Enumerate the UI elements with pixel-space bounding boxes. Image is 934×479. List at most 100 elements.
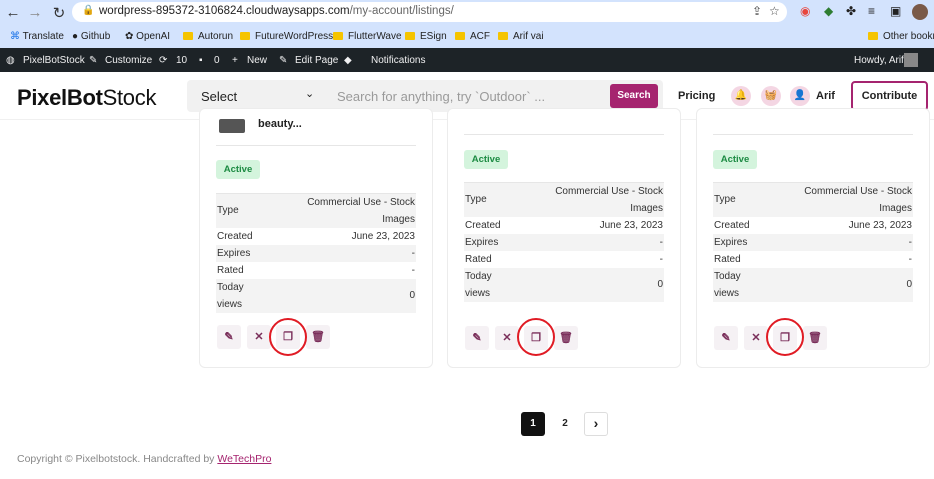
basket-icon[interactable]: 🧺	[761, 86, 781, 106]
close-button[interactable]: ✕	[247, 325, 271, 349]
page-2-button[interactable]: 2	[553, 412, 577, 436]
share-icon[interactable]: ⇪	[752, 4, 762, 18]
close-button[interactable]: ✕	[744, 326, 768, 350]
folder-icon	[333, 32, 343, 40]
bookmark-folder[interactable]: Arif vai	[498, 31, 544, 42]
other-bookmarks[interactable]: Other bookm	[868, 31, 934, 42]
pricing-link[interactable]: Pricing	[678, 90, 715, 102]
translate-icon: ⌘	[10, 31, 20, 42]
next-page-button[interactable]: ›	[584, 412, 608, 436]
address-bar[interactable]: 🔒 wordpress-895372-3106824.cloudwaysapps…	[72, 2, 787, 22]
contribute-button[interactable]: Contribute	[851, 81, 928, 111]
detail-row-views: Today views 0	[216, 279, 416, 313]
edit-icon: ✎	[721, 332, 731, 344]
extension-icon[interactable]: ◆	[824, 4, 833, 18]
trash-icon: 🗑	[311, 331, 325, 343]
delete-button[interactable]: 🗑	[803, 326, 827, 350]
detail-row-created: Created June 23, 2023	[217, 231, 415, 242]
reload-icon[interactable]: ↻	[50, 4, 68, 22]
lock-icon: 🔒	[82, 5, 95, 16]
detail-row-expires: Expires -	[464, 234, 664, 251]
bookmark-folder[interactable]: FlutterWave	[333, 31, 402, 42]
back-icon[interactable]: ←	[4, 4, 22, 21]
edit-button[interactable]: ✎	[465, 326, 489, 350]
avatar[interactable]	[904, 53, 918, 67]
highlight-circle	[269, 318, 307, 356]
detail-row-type: Type Commercial Use - Stock Images	[713, 183, 913, 217]
divider	[713, 134, 913, 135]
detail-row-created: Created June 23, 2023	[465, 220, 663, 231]
admin-edit-page[interactable]: Edit Page	[295, 55, 338, 66]
listing-card: beauty... Active Type Commercial Use - St…	[199, 108, 433, 368]
detail-row-rated: Rated -	[465, 254, 663, 265]
highlight-circle	[517, 318, 555, 356]
detail-row-expires: Expires -	[216, 245, 416, 262]
detail-row-views: Today views 0	[713, 268, 913, 302]
footer-link[interactable]: WeTechPro	[217, 453, 271, 465]
bell-icon[interactable]: 🔔	[731, 86, 751, 106]
admin-howdy[interactable]: Howdy, Arif	[854, 55, 904, 66]
page-1-button[interactable]: 1	[521, 412, 545, 436]
bookmark-translate[interactable]: ⌘ Translate	[10, 31, 64, 42]
forward-icon[interactable]: →	[26, 4, 44, 21]
delete-button[interactable]: 🗑	[306, 325, 330, 349]
trash-icon: 🗑	[808, 332, 822, 344]
detail-row-views: Today views 0	[464, 268, 664, 302]
comment-icon: ▪	[199, 55, 203, 66]
bookmark-folder[interactable]: ESign	[405, 31, 447, 42]
status-badge: Active	[464, 150, 508, 169]
bookmark-github[interactable]: ● Github	[72, 31, 110, 42]
browser-chrome: ← → ↻ 🔒 wordpress-895372-3106824.cloudwa…	[0, 0, 934, 48]
trash-icon: 🗑	[559, 332, 573, 344]
admin-updates[interactable]: 10	[176, 55, 187, 66]
plus-icon: +	[232, 55, 238, 66]
admin-comments[interactable]: 0	[214, 55, 220, 66]
status-badge: Active	[216, 160, 260, 179]
bookmark-folder[interactable]: FutureWordPress	[240, 31, 333, 42]
listing-title[interactable]: beauty...	[258, 118, 302, 130]
listing-card: Active Type Commercial Use - Stock Images…	[447, 108, 681, 368]
updates-icon: ⟳	[159, 55, 168, 66]
edit-icon: ✎	[472, 332, 482, 344]
puzzle-icon[interactable]: ✤	[846, 4, 856, 18]
admin-site-name[interactable]: PixelBotStock	[23, 55, 85, 66]
listing-thumbnail[interactable]	[219, 119, 245, 133]
pencil-icon: ✎	[279, 55, 288, 66]
detail-row-type: Type Commercial Use - Stock Images	[216, 194, 416, 228]
listing-card: Active Type Commercial Use - Stock Images…	[696, 108, 930, 368]
site-logo[interactable]: PixelBotStock	[17, 85, 156, 111]
bookmark-folder[interactable]: Autorun	[183, 31, 233, 42]
search-button[interactable]: Search	[610, 84, 658, 108]
detail-row-expires: Expires -	[713, 234, 913, 251]
close-icon: ✕	[751, 332, 761, 344]
github-icon: ●	[72, 31, 79, 42]
chevron-down-icon[interactable]: ⌄	[305, 87, 314, 100]
bookmark-folder[interactable]: ACF	[455, 31, 490, 42]
highlight-circle	[766, 318, 804, 356]
detail-row-created: Created June 23, 2023	[714, 220, 912, 231]
edit-button[interactable]: ✎	[714, 326, 738, 350]
search-input[interactable]	[337, 86, 602, 106]
folder-icon	[405, 32, 415, 40]
star-icon[interactable]: ☆	[769, 4, 780, 18]
close-button[interactable]: ✕	[495, 326, 519, 350]
wordpress-icon[interactable]: ◍	[6, 55, 15, 66]
admin-notifications[interactable]: Notifications	[371, 55, 425, 66]
brush-icon: ✎	[89, 55, 98, 66]
edit-button[interactable]: ✎	[217, 325, 241, 349]
bookmark-openai[interactable]: ✿ OpenAI	[125, 31, 170, 42]
user-name[interactable]: Arif	[816, 90, 835, 102]
close-icon: ✕	[502, 332, 512, 344]
admin-new[interactable]: New	[247, 55, 267, 66]
url-text: wordpress-895372-3106824.cloudwaysapps.c…	[99, 5, 454, 17]
delete-button[interactable]: 🗑	[554, 326, 578, 350]
reading-list-icon[interactable]: ≡	[868, 4, 875, 18]
wp-admin-bar: ◍ PixelBotStock ✎ Customize ⟳ 10 ▪ 0 + N…	[0, 48, 934, 72]
extension-icon[interactable]: ◉	[800, 4, 810, 18]
avatar[interactable]	[912, 4, 928, 20]
user-icon[interactable]: 👤	[790, 86, 810, 106]
admin-customize[interactable]: Customize	[105, 55, 152, 66]
category-select[interactable]: Select	[201, 89, 237, 104]
diamond-icon: ◆	[344, 55, 352, 66]
sidebar-icon[interactable]: ▣	[890, 4, 901, 18]
